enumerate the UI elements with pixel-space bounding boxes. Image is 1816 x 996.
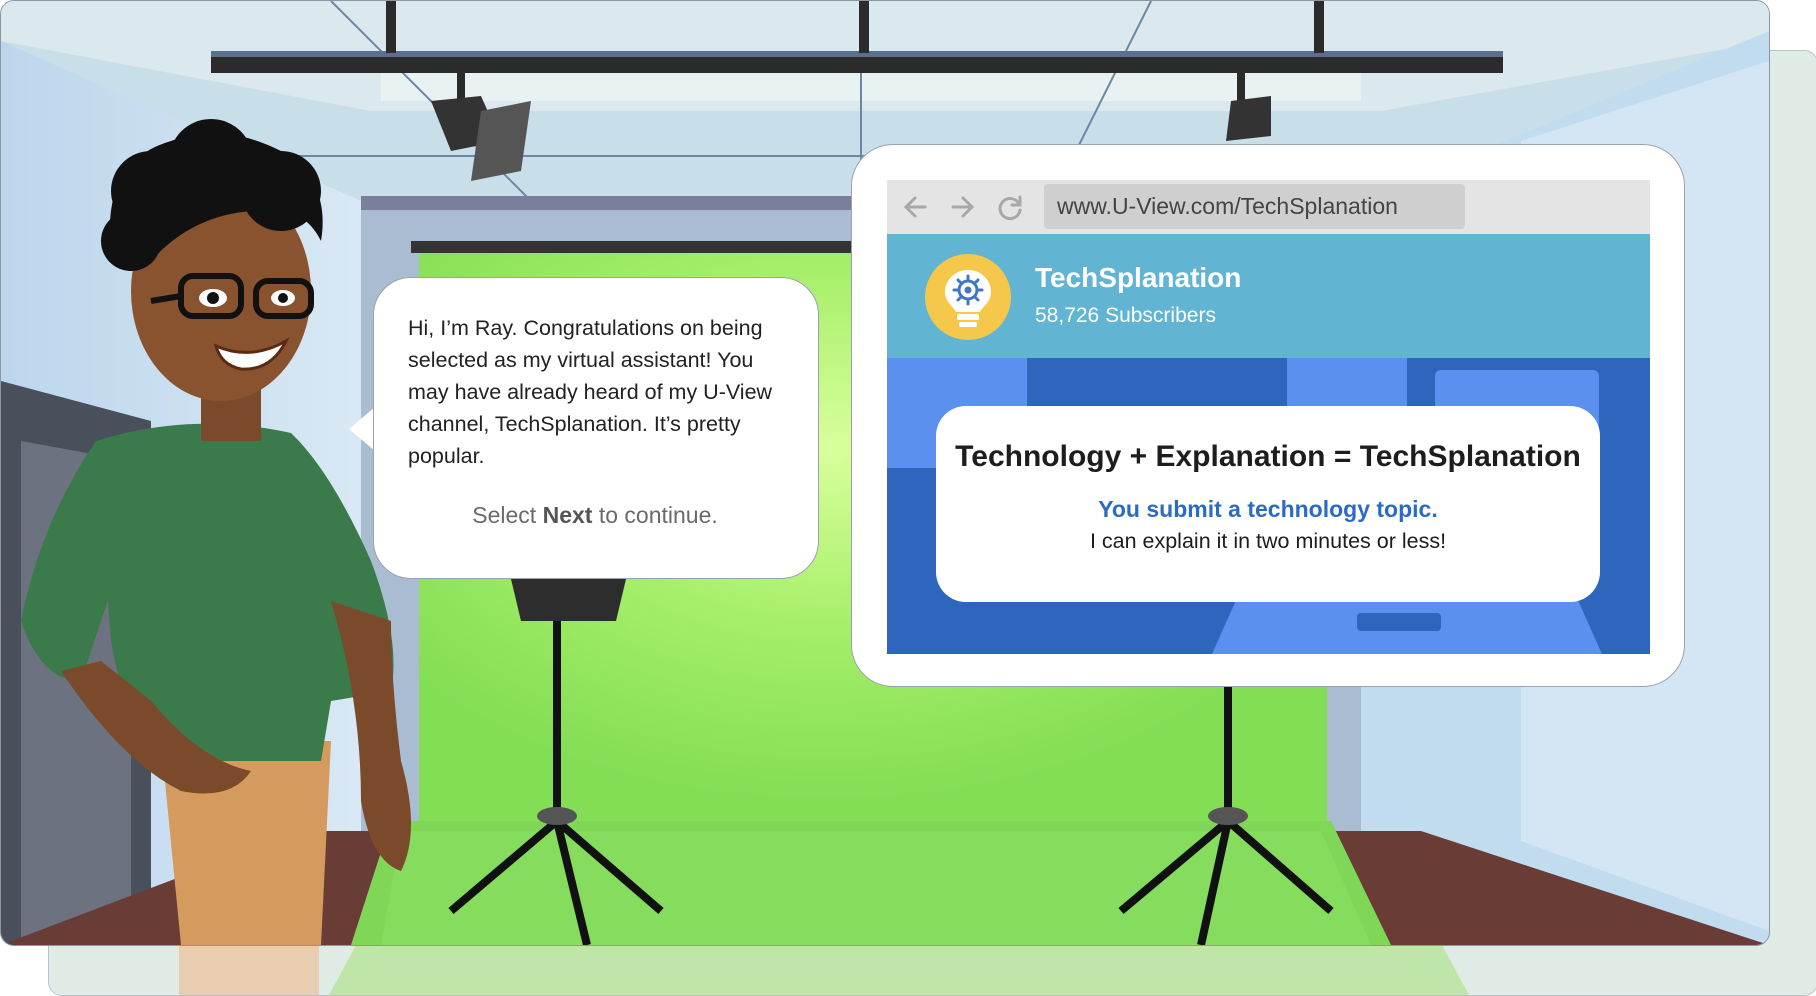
speech-bubble-text: Hi, I’m Ray. Congratulations on being se… — [408, 316, 773, 468]
prompt-prefix: Select — [472, 502, 543, 528]
browser-viewport: www.U-View.com/TechSplanation TechSplana… — [887, 180, 1650, 654]
subscriber-count: 58,726 Subscribers — [1035, 304, 1216, 327]
lightbulb-gear-icon — [945, 270, 991, 327]
browser-toolbar: www.U-View.com/TechSplanation — [887, 180, 1650, 234]
next-keyword: Next — [542, 502, 593, 528]
main-slide: Hi, I’m Ray. Congratulations on being se… — [0, 0, 1770, 946]
speech-bubble: Hi, I’m Ray. Congratulations on being se… — [373, 277, 819, 579]
info-card-subtitle: You submit a technology topic. — [1098, 496, 1438, 522]
forward-arrow-icon[interactable] — [947, 192, 977, 222]
back-arrow-icon[interactable] — [901, 192, 931, 222]
prompt-suffix: to continue. — [592, 502, 718, 528]
url-bar[interactable]: www.U-View.com/TechSplanation — [1044, 184, 1465, 229]
channel-logo — [925, 254, 1011, 340]
browser-window: www.U-View.com/TechSplanation TechSplana… — [851, 144, 1685, 687]
channel-header: TechSplanation 58,726 Subscribers — [887, 234, 1650, 358]
speech-bubble-tail — [349, 407, 375, 451]
channel-info-card: Technology + Explanation = TechSplanatio… — [936, 406, 1600, 602]
reload-icon[interactable] — [995, 192, 1025, 222]
channel-name[interactable]: TechSplanation — [1035, 262, 1241, 294]
slide-stage: Hi, I’m Ray. Congratulations on being se… — [0, 0, 1816, 996]
info-card-line: I can explain it in two minutes or less! — [1089, 529, 1447, 553]
info-card-title: Technology + Explanation = TechSplanatio… — [955, 440, 1581, 473]
continue-instruction: Select Next to continue. — [408, 502, 782, 529]
